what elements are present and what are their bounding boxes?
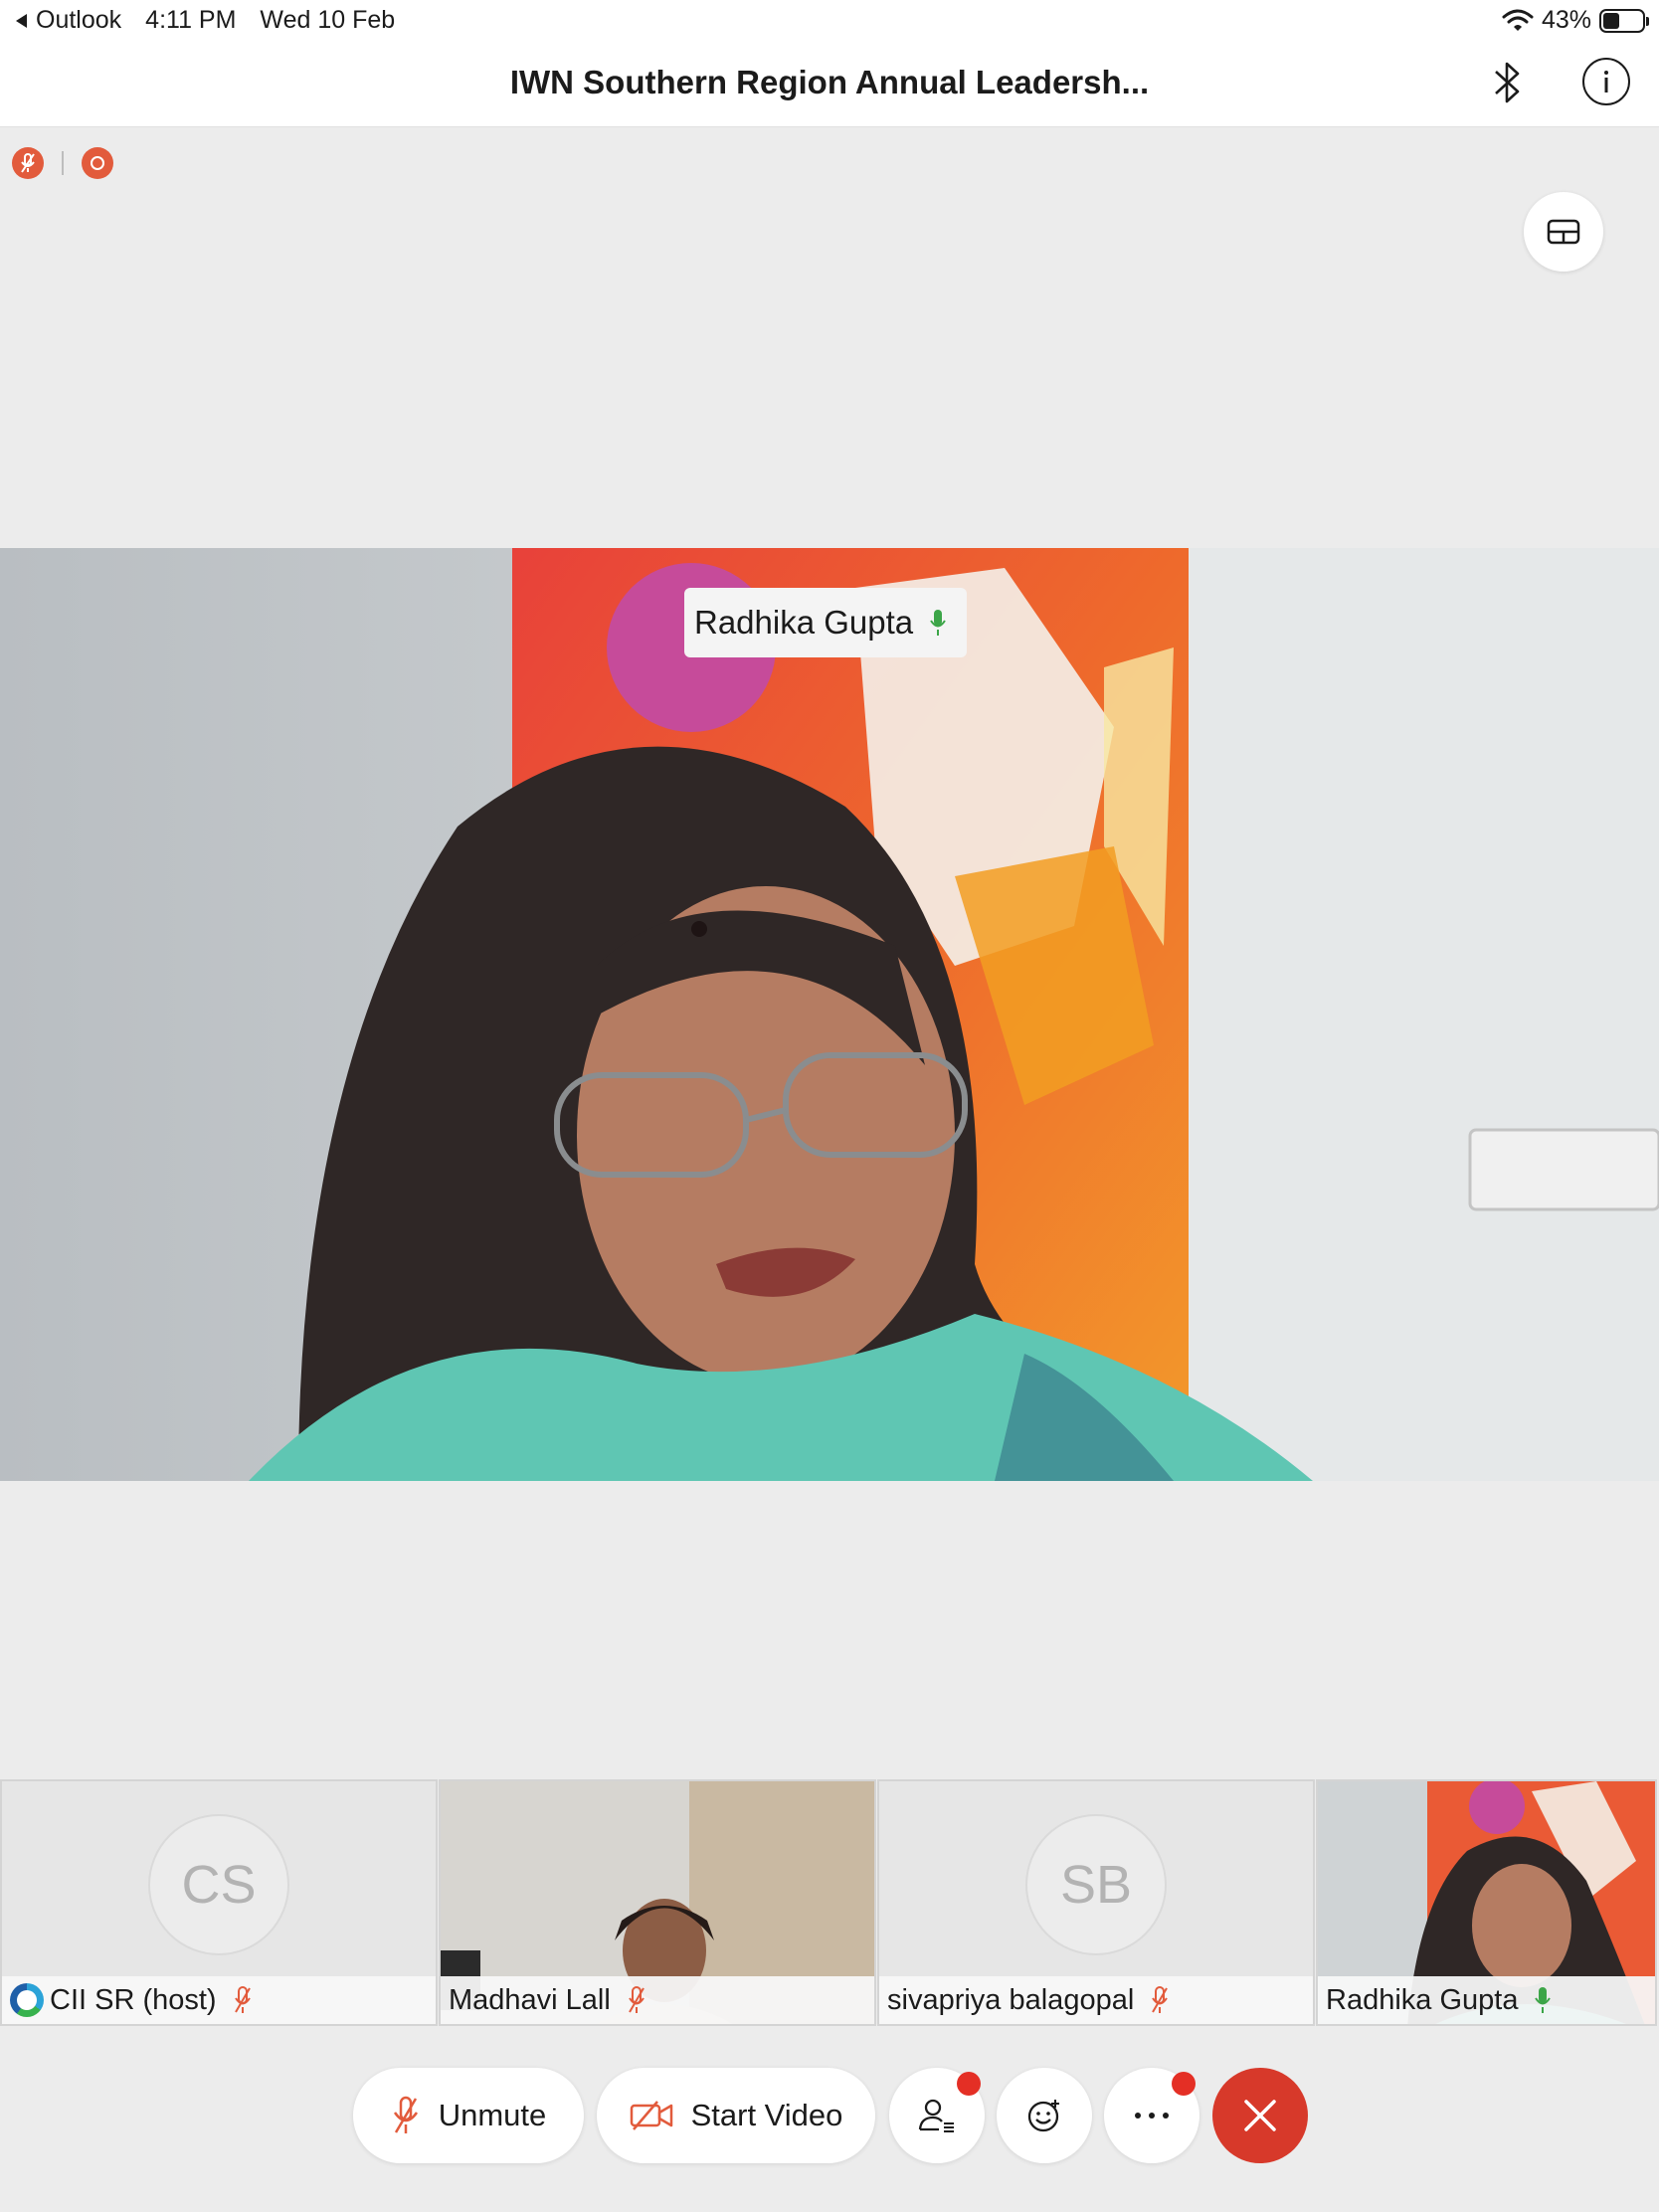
bluetooth-icon[interactable] — [1490, 58, 1524, 107]
mic-muted-icon — [628, 1986, 645, 2013]
back-app-label: Outlook — [36, 6, 122, 34]
reactions-button[interactable] — [997, 2068, 1092, 2163]
participant-strip: CS CII SR (host) Madhavi Lall SB sivapri… — [0, 1779, 1659, 2026]
notification-badge — [957, 2072, 981, 2096]
status-time: 4:11 PM — [145, 6, 237, 34]
grid-layout-icon — [1547, 219, 1580, 245]
participant-caption: sivapriya balagopal — [879, 1976, 1313, 2024]
indicator-divider — [62, 151, 64, 175]
active-speaker-video[interactable] — [0, 548, 1659, 1481]
unmute-button[interactable]: Unmute — [353, 2068, 584, 2163]
mic-active-icon — [930, 610, 946, 636]
back-arrow-icon — [16, 13, 27, 28]
meeting-controls: Unmute Start Video — [0, 2026, 1659, 2212]
meeting-header: IWN Southern Region Annual Leadersh... — [0, 40, 1659, 127]
start-video-button[interactable]: Start Video — [597, 2068, 875, 2163]
participants-button[interactable] — [889, 2068, 985, 2163]
status-date: Wed 10 Feb — [260, 6, 396, 34]
meeting-title: IWN Southern Region Annual Leadersh... — [509, 64, 1150, 100]
mic-muted-icon — [393, 2096, 418, 2133]
wifi-icon — [1502, 9, 1534, 31]
muted-indicator-icon — [12, 147, 44, 179]
avatar: CS — [148, 1814, 289, 1955]
participant-name: Radhika Gupta — [1326, 1983, 1519, 2016]
host-org-logo-icon — [10, 1983, 44, 2017]
mic-active-icon — [1535, 1987, 1552, 2013]
mic-muted-icon — [1152, 1986, 1169, 2013]
meeting-status-indicators — [12, 147, 113, 179]
status-bar: Outlook 4:11 PM Wed 10 Feb 43% — [0, 0, 1659, 40]
participant-name: Madhavi Lall — [449, 1983, 611, 2016]
active-speaker-label: Radhika Gupta — [684, 588, 968, 657]
avatar: SB — [1025, 1814, 1167, 1955]
participant-caption: Radhika Gupta — [1318, 1976, 1655, 2024]
more-options-button[interactable] — [1104, 2068, 1199, 2163]
back-to-app-link[interactable]: Outlook — [14, 6, 121, 35]
active-speaker-name: Radhika Gupta — [694, 604, 914, 641]
participant-tile[interactable]: Madhavi Lall — [439, 1779, 876, 2026]
mic-muted-icon — [234, 1986, 251, 2013]
participant-caption: CII SR (host) — [2, 1976, 436, 2024]
battery-percentage: 43% — [1541, 6, 1591, 34]
battery-icon — [1599, 8, 1649, 33]
close-icon — [1244, 2100, 1276, 2131]
recording-indicator-icon — [82, 147, 113, 179]
grid-layout-button[interactable] — [1524, 192, 1603, 272]
participant-name: sivapriya balagopal — [887, 1983, 1135, 2016]
participant-tile[interactable]: SB sivapriya balagopal — [877, 1779, 1315, 2026]
more-icon — [1135, 2113, 1169, 2119]
participant-name: CII SR (host) — [50, 1983, 217, 2016]
info-icon[interactable] — [1582, 58, 1630, 105]
participant-tile[interactable]: Radhika Gupta — [1316, 1779, 1657, 2026]
start-video-label: Start Video — [690, 2098, 843, 2132]
notification-badge — [1172, 2072, 1196, 2096]
leave-meeting-button[interactable] — [1212, 2068, 1308, 2163]
participant-tile[interactable]: CS CII SR (host) — [0, 1779, 438, 2026]
unmute-label: Unmute — [438, 2098, 547, 2132]
speaker-video-frame — [0, 548, 1659, 1481]
video-off-icon — [630, 2101, 672, 2130]
participants-icon — [918, 2099, 954, 2132]
participant-caption: Madhavi Lall — [441, 1976, 874, 2024]
emoji-icon — [1027, 2100, 1059, 2132]
